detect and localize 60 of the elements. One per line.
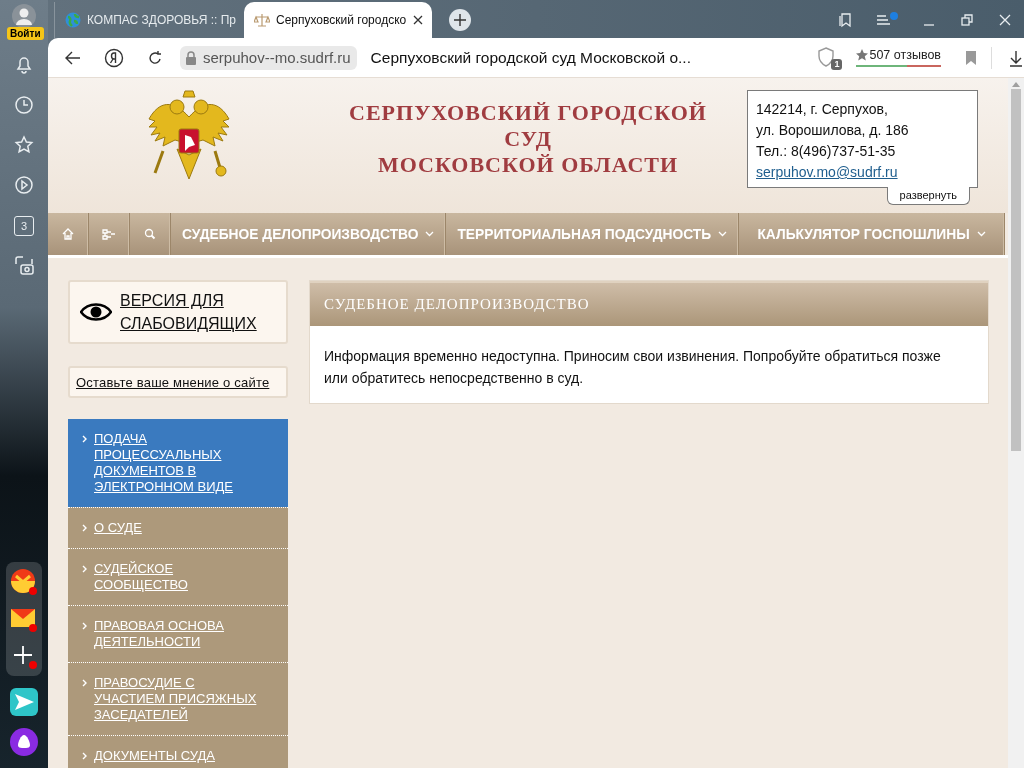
address-field[interactable]: serpuhov--mo.sudrf.ru <box>200 45 357 70</box>
address-text: ул. Ворошилова, д. 186 <box>756 121 909 140</box>
star-icon <box>856 49 869 61</box>
eye-icon <box>80 302 112 322</box>
close-icon[interactable] <box>412 14 425 26</box>
court-title: СУД <box>504 126 552 152</box>
sitemap-icon <box>102 228 116 240</box>
assistant-icon[interactable] <box>10 728 38 756</box>
globe-icon <box>65 12 81 28</box>
mail-app-icon[interactable] <box>10 568 38 596</box>
page-title: Серпуховский городской суд Московской о... <box>370 48 692 67</box>
accessibility-link[interactable]: ВЕРСИЯ ДЛЯ СЛАБОВИДЯЩИХ <box>68 280 288 344</box>
menu-icon[interactable] <box>875 12 899 28</box>
play-icon[interactable] <box>13 174 35 196</box>
chevron-right-icon <box>82 524 87 532</box>
sidebar-menu-item[interactable]: ПРАВОСУДИЕ С УЧАСТИЕМ ПРИСЯЖНЫХ ЗАСЕДАТЕЛЕЙ <box>68 662 288 735</box>
chevron-right-icon <box>82 565 87 573</box>
sign-in-badge[interactable]: Войти <box>7 27 44 40</box>
clock-icon[interactable] <box>13 94 35 116</box>
expand-tab[interactable]: развернуть <box>886 187 970 205</box>
home-icon <box>62 228 74 240</box>
star-icon[interactable] <box>13 134 35 156</box>
sidebar-menu-item[interactable]: ПРАВОВАЯ ОСНОВА ДЕЯТЕЛЬНОСТИ <box>68 605 288 662</box>
chevron-right-icon <box>82 435 87 443</box>
feedback-link[interactable]: Оставьте ваше мнение о сайте <box>68 366 288 398</box>
scales-icon <box>254 12 270 28</box>
avatar-icon[interactable] <box>12 4 36 28</box>
shield-icon[interactable] <box>816 45 837 68</box>
chevron-right-icon <box>82 679 87 687</box>
restore-icon[interactable] <box>959 12 975 28</box>
sidebar-menu-item[interactable]: СУДЕЙСКОЕ СООБЩЕСТВО <box>68 548 288 605</box>
sidebar-menu-item[interactable]: ПОДАЧА ПРОЦЕССУАЛЬНЫХ ДОКУМЕНТОВ В ЭЛЕКТРОННОМ ВИДЕ <box>68 419 288 507</box>
download-icon[interactable] <box>1008 48 1024 67</box>
chevron-right-icon <box>82 752 87 760</box>
sidebar-menu-item[interactable]: О СУДЕ <box>68 507 288 548</box>
panel-message: Информация временно недоступна. Приносим свои извинения. Попробуйте обратиться позже или обратитесь непосредственно в суд. <box>323 347 942 388</box>
browser-tab[interactable]: Серпуховский городско <box>244 2 433 38</box>
bookmarks-icon[interactable] <box>837 12 853 28</box>
scrollbar-thumb[interactable] <box>1011 89 1021 451</box>
yandex-logo-icon[interactable] <box>104 47 124 68</box>
address-text: 142214, г. Серпухов, <box>756 100 888 119</box>
bookmark-icon[interactable] <box>965 49 977 66</box>
new-tab-button[interactable] <box>449 9 472 31</box>
close-icon[interactable] <box>997 12 1013 28</box>
phone-text: Тел.: 8(496)737-51-35 <box>756 142 896 161</box>
tab-count-icon[interactable]: 3 <box>14 216 34 236</box>
court-title: СЕРПУХОВСКИЙ ГОРОДСКОЙ <box>349 100 707 126</box>
panel-title: СУДЕБНОЕ ДЕЛОПРОИЗВОДСТВО <box>324 296 590 313</box>
screenshot-icon[interactable] <box>13 254 35 276</box>
plus-icon <box>454 14 467 26</box>
reviews-link[interactable]: 507 отзывов <box>856 48 941 67</box>
lock-icon <box>185 50 197 65</box>
messenger-icon[interactable] <box>10 688 38 716</box>
court-title: МОСКОВСКОЙ ОБЛАСТИ <box>377 152 679 178</box>
chevron-right-icon <box>82 622 87 630</box>
email-link[interactable]: serpuhov.mo@sudrf.ru <box>756 162 898 183</box>
reload-icon[interactable] <box>146 48 164 67</box>
sidebar-menu-item[interactable]: ДОКУМЕНТЫ СУДА <box>68 735 288 768</box>
tracker-count: 1 <box>831 58 843 70</box>
search-icon <box>144 228 156 240</box>
